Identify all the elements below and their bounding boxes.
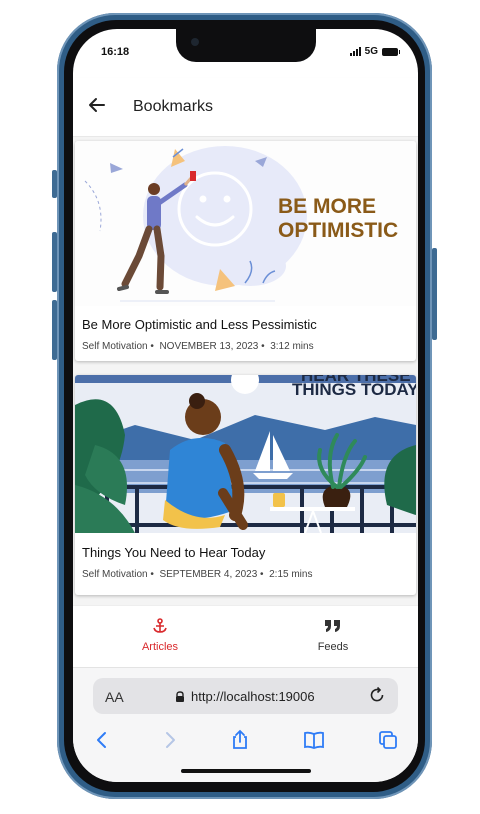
article-image-hear-these-things: HEAR THESE THINGS TODAY [75,375,416,533]
article-date: NOVEMBER 13, 2023 [159,341,259,352]
article-title[interactable]: Be More Optimistic and Less Pessimistic [82,317,317,332]
phone-screen: 16:18 5G Bookmarks BE MORE OPTIMISTIC Be… [73,29,418,782]
battery-icon [382,47,400,56]
app-header: Bookmarks [73,78,418,137]
image-caption-line2: THINGS TODAY [292,380,416,399]
article-category: Self Motivation [82,569,148,580]
reload-icon[interactable] [368,686,386,704]
anchor-icon [153,618,167,633]
tab-articles[interactable]: Articles [100,618,220,653]
article-card[interactable]: HEAR THESE THINGS TODAY Things You Need … [75,375,416,595]
quote-icon [325,620,340,632]
url-text: http://localhost:19006 [191,689,315,704]
signal-icon [349,47,361,56]
text-size-button[interactable]: AA [105,689,124,705]
tab-feeds[interactable]: Feeds [273,618,393,653]
article-read-time: 3:12 mins [270,341,314,352]
bookmarks-list: BE MORE OPTIMISTIC Be More Optimistic an… [73,137,418,605]
article-category: Self Motivation [82,341,148,352]
tab-feeds-label: Feeds [317,641,349,653]
article-title[interactable]: Things You Need to Hear Today [82,545,265,560]
bookmarks-icon[interactable] [302,728,326,752]
image-caption-line1: BE MORE [278,195,376,218]
article-meta: Self Motivation • SEPTEMBER 4, 2023 • 2:… [82,569,313,580]
back-icon[interactable] [90,728,114,752]
url-display[interactable]: http://localhost:19006 [175,689,315,704]
page-title: Bookmarks [133,98,214,115]
status-indicators: 5G [349,46,400,57]
back-arrow-icon[interactable] [87,95,107,115]
bottom-tab-bar: Articles Feeds [73,605,418,668]
home-indicator [181,769,311,773]
front-camera [191,38,199,46]
volume-down-button [52,300,57,360]
share-icon[interactable] [228,728,252,752]
article-date: SEPTEMBER 4, 2023 [159,569,258,580]
article-image-optimistic: BE MORE OPTIMISTIC [75,141,416,306]
lock-icon [176,690,184,702]
browser-toolbar: AA http://localhost:19006 [73,667,418,782]
address-bar[interactable]: AA http://localhost:19006 [93,678,398,714]
status-time: 16:18 [101,46,130,58]
notch [176,29,316,62]
article-meta: Self Motivation • NOVEMBER 13, 2023 • 3:… [82,341,314,352]
tabs-icon[interactable] [376,728,400,752]
image-caption-line2: OPTIMISTIC [278,219,398,242]
volume-up-button [52,232,57,292]
tab-articles-label: Articles [141,641,179,653]
forward-icon[interactable] [158,728,182,752]
article-card[interactable]: BE MORE OPTIMISTIC Be More Optimistic an… [75,141,416,361]
network-label: 5G [364,46,378,57]
power-button [432,248,437,340]
article-read-time: 2:15 mins [269,569,313,580]
silent-switch [52,170,57,198]
